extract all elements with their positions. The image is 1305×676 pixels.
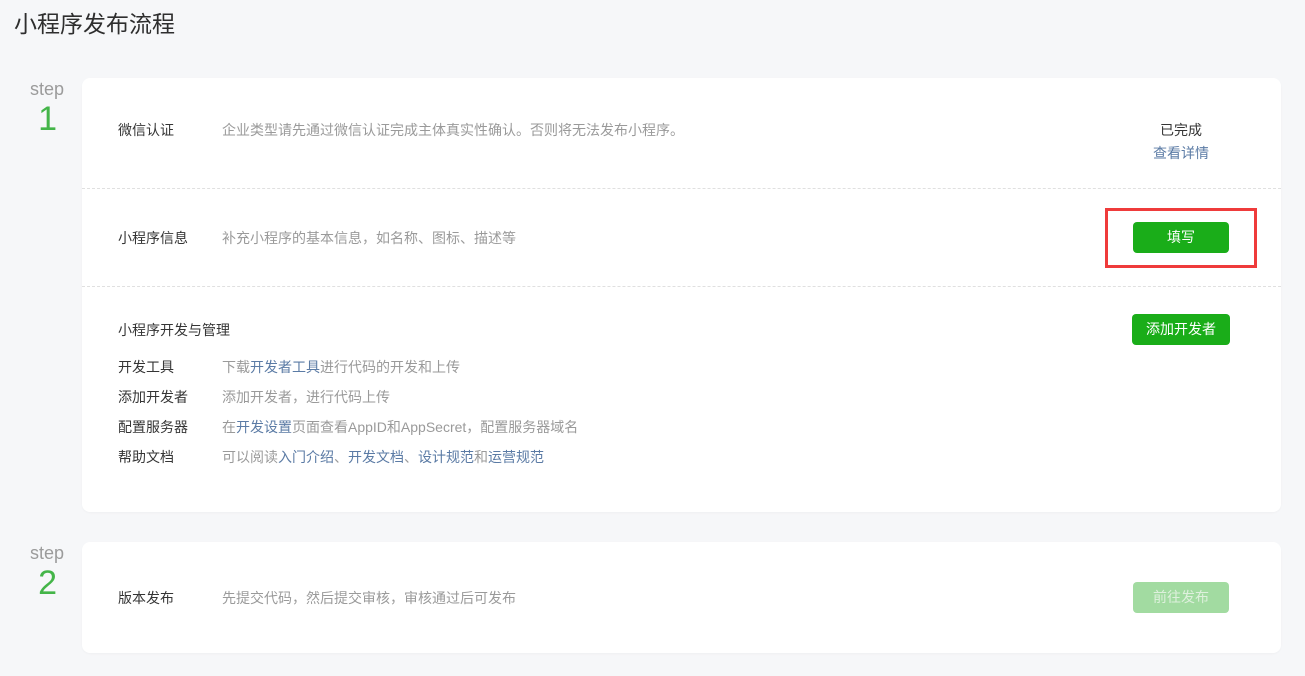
help-docs-label: 帮助文档 bbox=[118, 442, 222, 472]
dev-tools-row: 开发工具 下载开发者工具进行代码的开发和上传 bbox=[118, 352, 1261, 382]
page-title: 小程序发布流程 bbox=[0, 0, 1305, 39]
wechat-verify-row: 微信认证 企业类型请先通过微信认证完成主体真实性确认。否则将无法发布小程序。 已… bbox=[118, 120, 1261, 163]
help-docs-desc: 可以阅读入门介绍、开发文档、设计规范和运营规范 bbox=[222, 442, 1261, 472]
mp-info-desc: 补充小程序的基本信息，如名称、图标、描述等 bbox=[222, 228, 1101, 248]
help-docs-row: 帮助文档 可以阅读入门介绍、开发文档、设计规范和运营规范 bbox=[118, 442, 1261, 472]
config-server-row: 配置服务器 在开发设置页面查看AppID和AppSecret，配置服务器域名 bbox=[118, 412, 1261, 442]
status-completed: 已完成 bbox=[1160, 120, 1202, 140]
wechat-verify-status-area: 已完成 查看详情 bbox=[1101, 120, 1261, 163]
config-server-desc: 在开发设置页面查看AppID和AppSecret，配置服务器域名 bbox=[222, 412, 1261, 442]
text-segment: 下载 bbox=[222, 359, 250, 375]
version-release-label: 版本发布 bbox=[118, 588, 222, 608]
go-publish-button[interactable]: 前往发布 bbox=[1133, 582, 1229, 613]
step2-number: 2 bbox=[0, 564, 64, 602]
dev-management-section: 小程序开发与管理 添加开发者 开发工具 下载开发者工具进行代码的开发和上传 添加… bbox=[82, 287, 1281, 512]
step1-word: step bbox=[0, 78, 64, 100]
text-segment: 进行代码的开发和上传 bbox=[320, 359, 460, 375]
step1-card: 微信认证 企业类型请先通过微信认证完成主体真实性确认。否则将无法发布小程序。 已… bbox=[82, 78, 1281, 512]
dev-tools-label: 开发工具 bbox=[118, 352, 222, 382]
wechat-verify-desc: 企业类型请先通过微信认证完成主体真实性确认。否则将无法发布小程序。 bbox=[222, 120, 1101, 140]
mp-info-row: 小程序信息 补充小程序的基本信息，如名称、图标、描述等 填写 bbox=[118, 208, 1261, 268]
mp-info-action-area: 填写 bbox=[1101, 208, 1261, 268]
add-developer-desc: 添加开发者，进行代码上传 bbox=[222, 382, 1261, 412]
view-details-link[interactable]: 查看详情 bbox=[1153, 143, 1209, 163]
text-segment: 可以阅读 bbox=[222, 449, 278, 465]
fill-in-button[interactable]: 填写 bbox=[1133, 222, 1229, 253]
mp-info-section: 小程序信息 补充小程序的基本信息，如名称、图标、描述等 填写 bbox=[82, 189, 1281, 287]
version-release-row: 版本发布 先提交代码，然后提交审核，审核通过后可发布 前往发布 bbox=[118, 582, 1261, 613]
text-segment: 页面查看AppID和AppSecret，配置服务器域名 bbox=[292, 419, 578, 435]
design-spec-link[interactable]: 设计规范 bbox=[418, 449, 474, 465]
add-developer-label: 添加开发者 bbox=[118, 382, 222, 412]
text-segment: 和 bbox=[474, 449, 488, 465]
mp-info-label: 小程序信息 bbox=[118, 228, 222, 248]
dev-management-header-row: 小程序开发与管理 添加开发者 bbox=[118, 311, 1261, 348]
step2-card: 版本发布 先提交代码，然后提交审核，审核通过后可发布 前往发布 bbox=[82, 542, 1281, 653]
operation-spec-link[interactable]: 运营规范 bbox=[488, 449, 544, 465]
wechat-verify-section: 微信认证 企业类型请先通过微信认证完成主体真实性确认。否则将无法发布小程序。 已… bbox=[82, 78, 1281, 189]
dev-docs-link[interactable]: 开发文档 bbox=[348, 449, 404, 465]
dev-management-title: 小程序开发与管理 bbox=[118, 320, 230, 340]
dev-tools-desc: 下载开发者工具进行代码的开发和上传 bbox=[222, 352, 1261, 382]
developer-tools-link[interactable]: 开发者工具 bbox=[250, 359, 320, 375]
step2-indicator: step 2 bbox=[0, 542, 64, 602]
version-release-section: 版本发布 先提交代码，然后提交审核，审核通过后可发布 前往发布 bbox=[82, 542, 1281, 653]
step2-word: step bbox=[0, 542, 64, 564]
step1-indicator: step 1 bbox=[0, 78, 64, 138]
config-server-label: 配置服务器 bbox=[118, 412, 222, 442]
version-release-action-area: 前往发布 bbox=[1101, 582, 1261, 613]
dev-management-action-area: 添加开发者 bbox=[1101, 314, 1261, 345]
step1-number: 1 bbox=[0, 100, 64, 138]
dev-settings-link[interactable]: 开发设置 bbox=[236, 419, 292, 435]
step2-block: step 2 版本发布 先提交代码，然后提交审核，审核通过后可发布 前往发布 bbox=[0, 542, 1305, 653]
version-release-desc: 先提交代码，然后提交审核，审核通过后可发布 bbox=[222, 588, 1101, 608]
text-segment: 、 bbox=[404, 449, 418, 465]
add-developer-row: 添加开发者 添加开发者，进行代码上传 bbox=[118, 382, 1261, 412]
text-segment: 添加开发者，进行代码上传 bbox=[222, 389, 390, 405]
highlight-box: 填写 bbox=[1105, 208, 1257, 268]
text-segment: 在 bbox=[222, 419, 236, 435]
intro-guide-link[interactable]: 入门介绍 bbox=[278, 449, 334, 465]
wechat-verify-label: 微信认证 bbox=[118, 120, 222, 140]
text-segment: 、 bbox=[334, 449, 348, 465]
add-developer-button[interactable]: 添加开发者 bbox=[1132, 314, 1230, 345]
step1-block: step 1 微信认证 企业类型请先通过微信认证完成主体真实性确认。否则将无法发… bbox=[0, 78, 1305, 512]
